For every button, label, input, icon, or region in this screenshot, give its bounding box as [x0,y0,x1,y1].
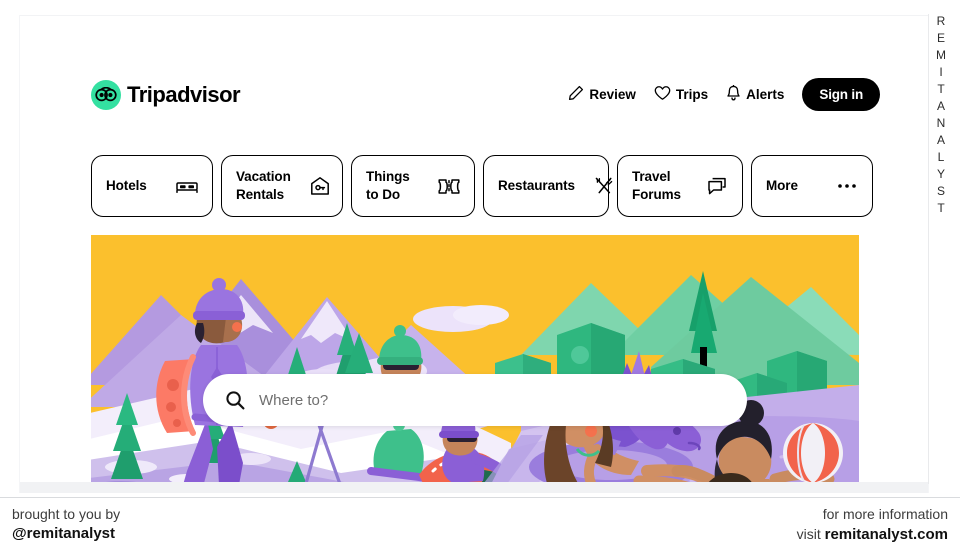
speech-bubbles-icon [706,175,728,197]
house-key-icon [309,175,331,197]
header-nav: Review Trips Alerts Sign in [568,78,880,111]
nav-item-trips-label: Trips [675,87,709,102]
category-pill-more-label: More [766,178,798,194]
search-input[interactable] [259,391,725,409]
category-pill-things-to-do-label: Things to Do [366,169,410,202]
footer-visit-prefix: visit [796,526,825,543]
page-content: Tripadvisor Review Trips Alerts Sign in … [20,16,928,492]
search-icon [225,390,245,410]
footer-left-block: brought to you by @remitanalyst [12,505,120,545]
site-header: Tripadvisor Review Trips Alerts Sign in [20,70,928,126]
nav-item-trips[interactable]: Trips [654,85,708,104]
hero-banner [91,235,859,492]
category-pill-vacation-rentals-label: Vacation Rentals [236,169,291,202]
nav-item-alerts-label: Alerts [746,87,785,102]
category-pill-vacation-rentals[interactable]: Vacation Rentals [221,155,343,217]
ellipsis-icon [836,175,858,197]
hero-illustration [91,235,859,492]
side-watermark-text: REMITANALYST [934,14,948,218]
category-pill-restaurants[interactable]: Restaurants [483,155,613,217]
category-pill-hotels[interactable]: Hotels [91,155,213,217]
nav-item-alerts[interactable]: Alerts [726,84,785,105]
bell-icon [726,84,741,105]
signin-button[interactable]: Sign in [802,78,880,111]
cutlery-icon [593,175,615,197]
category-pill-hotels-label: Hotels [106,178,147,194]
page-root: REMITANALYST Tripadvisor Review Trips Al… [0,0,960,550]
owl-logo-icon [91,80,121,110]
category-pill-things-to-do[interactable]: Things to Do [351,155,475,217]
category-pill-travel-forums[interactable]: Travel Forums [617,155,743,217]
footer-handle: @remitanalyst [12,525,116,543]
footer-visit-line: visit remitanalyst.com [797,526,948,543]
ticket-icon [438,175,460,197]
category-pill-restaurants-label: Restaurants [498,178,575,194]
destination-search-bar[interactable] [203,374,747,426]
footer-right-block: for more information visit remitanalyst.… [797,505,948,546]
category-pill-row: Hotels Vacation Rentals Things to Do Res… [91,155,873,217]
footer-brought-by-label: brought to you by [12,506,121,522]
logo-wordmark: Tripadvisor [127,82,241,107]
category-pill-more[interactable]: More [751,155,873,217]
nav-item-review-label: Review [589,87,636,102]
tripadvisor-logo[interactable]: Tripadvisor [91,80,241,110]
heart-icon [654,85,671,104]
nav-item-review[interactable]: Review [568,85,636,104]
category-pill-travel-forums-label: Travel Forums [632,169,681,202]
bed-icon [176,175,198,197]
bottom-fade-strip [20,482,928,493]
footer-more-info-label: for more information [822,506,948,522]
side-watermark-rule [928,14,929,484]
footer-site-url: remitanalyst.com [824,526,948,544]
side-watermark: REMITANALYST [928,14,954,484]
promo-footer: brought to you by @remitanalyst for more… [0,497,960,550]
pencil-icon [568,85,584,104]
